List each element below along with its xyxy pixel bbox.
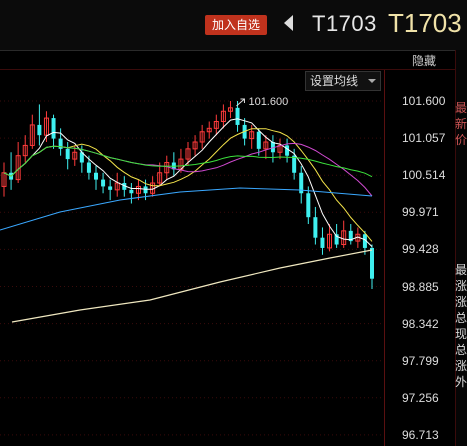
chevron-down-icon [368,79,376,83]
down-candle-body [143,186,148,194]
price-tick-label: 101.057 [402,131,446,146]
down-candle-body [320,237,325,248]
down-candle-body [235,107,240,125]
down-candle-body [108,186,113,190]
down-candle-body [51,118,56,139]
down-candle-body [129,189,134,194]
right-panel-upper-text: 最新价 [455,101,467,147]
down-candle-body [101,179,106,187]
set-moving-average-label: 设置均线 [310,74,359,88]
price-tick-label: 100.514 [402,168,446,183]
price-tick-label: 96.713 [402,427,439,442]
price-axis-line [384,70,385,446]
price-tick-label: 98.885 [402,279,439,294]
down-candle-body [370,247,374,279]
price-tick-label: 99.428 [402,242,439,257]
set-moving-average-dropdown[interactable]: 设置均线 [305,71,381,91]
price-tick-label: 98.342 [402,316,439,331]
down-candle-body [37,124,42,136]
price-tick-label: 97.256 [402,390,439,405]
price-tick-label: 97.799 [402,353,439,368]
down-candle-body [86,162,91,173]
down-candle-body [292,155,297,173]
down-candle-body [65,148,70,160]
price-tick-label: 99.971 [402,205,439,220]
candlestick-chart[interactable]: 101.600 [0,0,467,446]
price-tick-label: 101.600 [402,94,446,108]
down-candle-body [313,217,318,238]
down-candle-body [94,172,98,180]
right-panel-lower-text: 最 涨 涨 总 现 总 涨 外 [455,263,467,389]
down-candle-body [306,193,311,218]
high-price-label: 101.600 [248,96,288,108]
down-candle-body [285,145,290,156]
down-candle-body [256,131,261,149]
